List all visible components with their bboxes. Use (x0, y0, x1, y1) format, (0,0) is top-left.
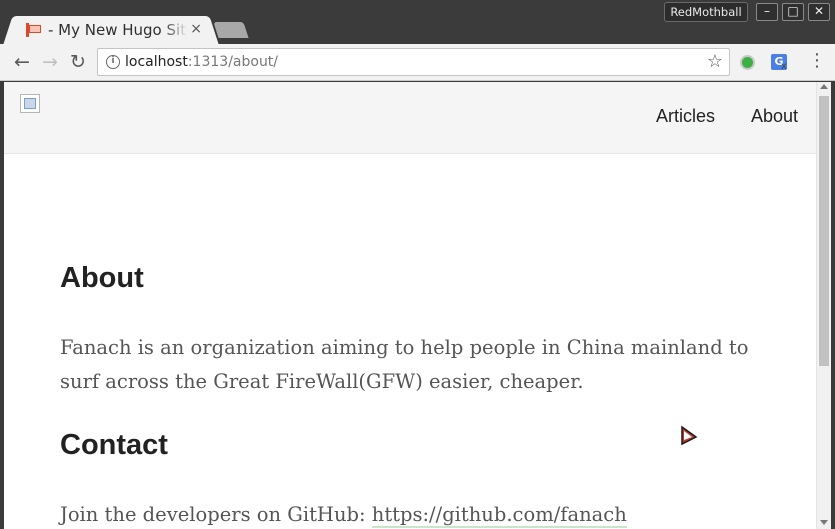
window-frame-right (831, 82, 835, 529)
forward-arrow-icon[interactable]: → (38, 50, 62, 74)
site-info-icon[interactable]: i (106, 55, 120, 69)
page-title-about: About (60, 262, 144, 294)
tab-title: - My New Hugo Site (48, 21, 188, 39)
address-bar[interactable]: i localhost:1313/about/ ☆ (97, 48, 730, 76)
url-path: :1313/about/ (187, 54, 279, 70)
about-paragraph: Fanach is an organization aiming to help… (60, 336, 749, 393)
scrollbar-thumb[interactable] (819, 96, 829, 366)
browser-toolbar: ← → ↻ i localhost:1313/about/ ☆ G x ⋮ (0, 44, 835, 81)
site-favicon-icon (26, 23, 42, 37)
page-scrollbar[interactable] (816, 82, 831, 529)
contact-heading: Contact (60, 429, 168, 461)
back-arrow-icon[interactable]: ← (10, 50, 34, 74)
translate-badge: x (781, 61, 787, 72)
scroll-down-arrow-icon[interactable] (820, 520, 828, 525)
github-link[interactable]: https://github.com/fanach (371, 503, 627, 528)
nav-link-about[interactable]: About (751, 106, 798, 127)
scroll-up-arrow-icon[interactable] (820, 84, 828, 89)
minimize-window-button[interactable]: – (756, 3, 778, 21)
browser-title-bar: - My New Hugo Site × RedMothball – □ ✕ (0, 0, 835, 44)
maximize-window-button[interactable]: □ (782, 3, 804, 21)
url-text[interactable]: localhost:1313/about/ (125, 54, 278, 70)
new-tab-button[interactable] (213, 22, 249, 38)
profile-button[interactable]: RedMothball (664, 2, 748, 22)
site-header: Articles About (4, 82, 816, 154)
extension-status-icon[interactable] (740, 55, 755, 70)
browser-tab-active[interactable]: - My New Hugo Site × (14, 16, 208, 44)
page-viewport: Articles About About Fanach is an organi… (4, 82, 816, 529)
contact-prefix: Join the developers on GitHub: (60, 503, 372, 526)
broken-image-icon[interactable] (20, 94, 40, 113)
url-host: localhost (125, 54, 188, 70)
contact-paragraph: Join the developers on GitHub: https://g… (60, 498, 627, 529)
close-window-button[interactable]: ✕ (808, 3, 830, 21)
bookmark-star-icon[interactable]: ☆ (707, 51, 723, 72)
reload-icon[interactable]: ↻ (66, 50, 90, 74)
mouse-cursor-icon (681, 425, 698, 446)
tab-close-icon[interactable]: × (190, 21, 202, 37)
browser-menu-icon[interactable]: ⋮ (808, 51, 826, 71)
nav-link-articles[interactable]: Articles (656, 106, 715, 127)
